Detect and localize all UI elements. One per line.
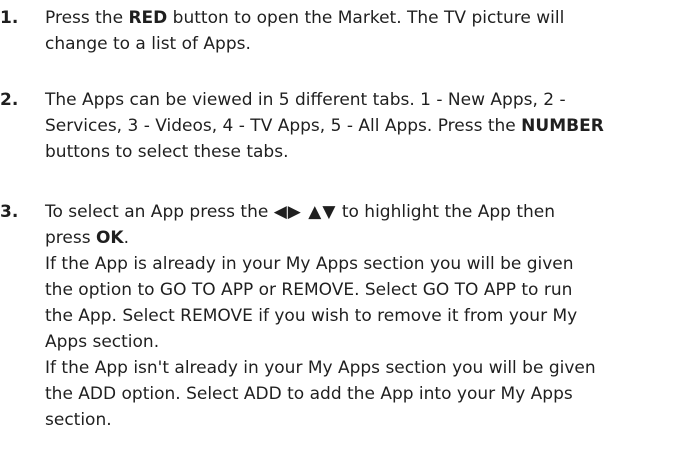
step-line: press OK. [45,228,130,248]
step-line: section. [45,410,112,430]
step-text: The Apps can be viewed in 5 different ta… [45,87,690,165]
step-line: the ADD option. Select ADD to add the Ap… [45,384,573,404]
step-number: 1. [0,8,19,28]
step-text: Press the RED button to open the Market.… [45,5,690,57]
number-buttons-label: NUMBER [521,116,604,136]
arrow-keys-icon: ◀▶ ▲▼ [273,202,337,222]
instruction-list: 1. Press the RED button to open the Mark… [0,0,696,460]
step-line: the App. Select REMOVE if you wish to re… [45,306,578,326]
step-line: Services, 3 - Videos, 4 - TV Apps, 5 - A… [45,116,604,136]
step-line: change to a list of Apps. [45,34,251,54]
step-line: To select an App press the ◀▶ ▲▼ to high… [45,202,556,222]
step-line: Press the RED button to open the Market.… [45,8,565,28]
step-line: Apps section. [45,332,160,352]
step-line: If the App isn't already in your My Apps… [45,358,596,378]
step-line: If the App is already in your My Apps se… [45,254,574,274]
step-number: 3. [0,202,19,222]
ok-button-label: OK [95,228,124,248]
step-text: To select an App press the ◀▶ ▲▼ to high… [45,199,690,433]
step-line: the option to GO TO APP or REMOVE. Selec… [45,280,573,300]
step-number: 2. [0,90,19,110]
red-button-label: RED [128,8,168,28]
step-line: The Apps can be viewed in 5 different ta… [45,90,566,110]
step-line: buttons to select these tabs. [45,142,289,162]
